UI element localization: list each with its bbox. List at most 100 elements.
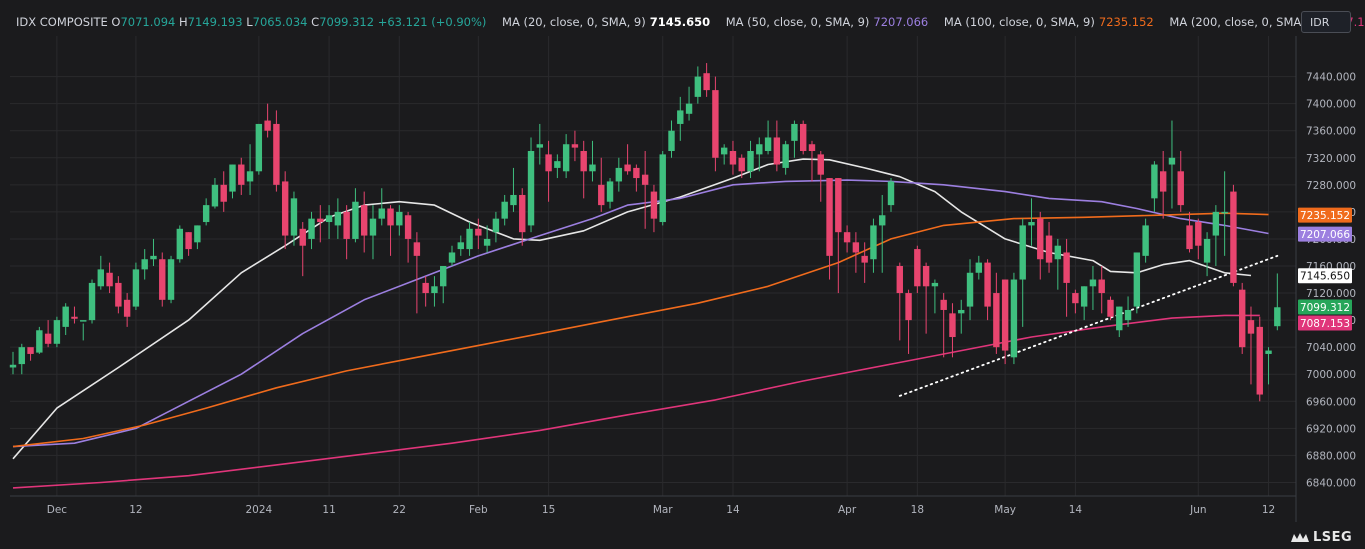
candle-body — [1256, 326, 1263, 395]
x-tick-label: 12 — [129, 504, 142, 516]
candle-body — [255, 123, 263, 172]
candle-body — [826, 178, 833, 256]
high-label: H — [179, 15, 188, 29]
candle-body — [396, 211, 403, 226]
candle-body — [1001, 279, 1009, 351]
x-tick-label: 12 — [1262, 504, 1275, 516]
candle-body — [589, 164, 596, 172]
candle-body — [764, 137, 772, 151]
candle-body — [914, 249, 921, 287]
open-value: 7071.094 — [120, 15, 176, 29]
candle-body — [1274, 307, 1281, 327]
candlestick-chart[interactable]: 6840.000 6880.000 6920.000 6960.000 7000.000… — [0, 0, 1365, 549]
low-value: 7065.034 — [252, 15, 308, 29]
candle-body — [431, 286, 438, 294]
candle-body — [334, 211, 342, 226]
y-tick-label: 6840.000 — [1306, 477, 1356, 489]
x-tick-label: 18 — [911, 504, 924, 516]
candle-body — [1142, 225, 1149, 256]
price-label-text: 7207.066 — [1300, 229, 1350, 241]
candle-body — [940, 299, 947, 310]
lseg-logo-icon — [1291, 533, 1309, 542]
candle-body — [361, 205, 368, 236]
candle-body — [273, 123, 280, 185]
candle-body — [1107, 299, 1114, 317]
candle-body — [580, 151, 587, 172]
candle-body — [633, 167, 640, 179]
candle-body — [852, 242, 860, 253]
candle-body — [800, 123, 807, 151]
candle-body — [238, 164, 245, 185]
candle-body — [782, 144, 789, 168]
candle-body — [773, 137, 781, 165]
candle-body — [71, 316, 78, 319]
candle-body — [176, 228, 184, 260]
close-value: 7099.312 — [319, 15, 375, 29]
candle-body — [1089, 279, 1097, 287]
close-label: C — [311, 15, 320, 29]
candle-body — [562, 144, 570, 172]
candle-body — [1019, 225, 1026, 280]
candle-body — [791, 123, 798, 141]
candle-body — [931, 282, 939, 287]
price-label-text: 7145.650 — [1300, 271, 1350, 283]
candle-body — [1037, 218, 1044, 260]
candle-body — [1063, 252, 1070, 283]
candle-body — [97, 269, 104, 287]
candle-body — [747, 151, 754, 172]
candle-body — [475, 228, 482, 236]
ma100-legend-value: 7235.152 — [1098, 15, 1154, 29]
candle-body — [185, 232, 192, 250]
candle-body — [545, 154, 552, 172]
x-tick-label: Jun — [1189, 504, 1206, 516]
x-tick-label: Mar — [653, 504, 673, 516]
candle-body — [1239, 289, 1246, 348]
candle-body — [510, 194, 517, 206]
candle-body — [483, 238, 491, 246]
candle-body — [448, 252, 456, 263]
candle-body — [466, 228, 473, 250]
candle-body — [325, 215, 333, 223]
candle-body — [53, 320, 61, 344]
brand-name: LSEG — [1313, 530, 1353, 545]
currency-selector-button[interactable]: IDR — [1301, 11, 1351, 33]
candle-body — [167, 259, 175, 300]
candle-body — [1045, 235, 1053, 263]
candle-body — [861, 255, 868, 263]
candle-body — [343, 211, 350, 239]
candle-body — [606, 181, 614, 202]
candle-body — [290, 198, 298, 236]
candle-body — [554, 161, 561, 168]
candle-body — [659, 154, 666, 223]
ma20-legend-label: MA (20, close, 0, SMA, 9) — [502, 15, 646, 29]
trendline — [898, 254, 1279, 397]
candle-body — [1203, 238, 1211, 263]
candle-body — [1054, 245, 1062, 260]
brand-logo: LSEG — [1290, 530, 1352, 545]
candle-body — [9, 364, 17, 368]
ma100-legend-label: MA (100, close, 0, SMA, 9) — [943, 15, 1095, 29]
candle-body — [624, 164, 631, 172]
candle-body — [993, 293, 1000, 348]
candle-body — [984, 262, 991, 307]
candle-body — [18, 347, 25, 365]
candle-body — [1265, 350, 1272, 354]
candle-body — [281, 181, 289, 236]
candle-body — [571, 144, 579, 148]
candle-body — [949, 313, 956, 338]
ma50-legend-value: 7207.066 — [873, 15, 929, 29]
candle-body — [422, 282, 429, 294]
candle-body — [369, 218, 377, 236]
candle-body — [88, 282, 96, 321]
candle-body — [413, 242, 421, 256]
candle-body — [132, 269, 140, 307]
candle-body — [1212, 211, 1220, 236]
candle-body — [1072, 293, 1079, 304]
candle-body — [966, 272, 974, 307]
candle-body — [1230, 191, 1237, 283]
y-tick-label: 7280.000 — [1306, 180, 1356, 192]
candle-body — [264, 120, 271, 131]
candle-body — [36, 330, 43, 353]
y-tick-label: 7440.000 — [1306, 72, 1356, 84]
candle-body — [1124, 309, 1132, 321]
